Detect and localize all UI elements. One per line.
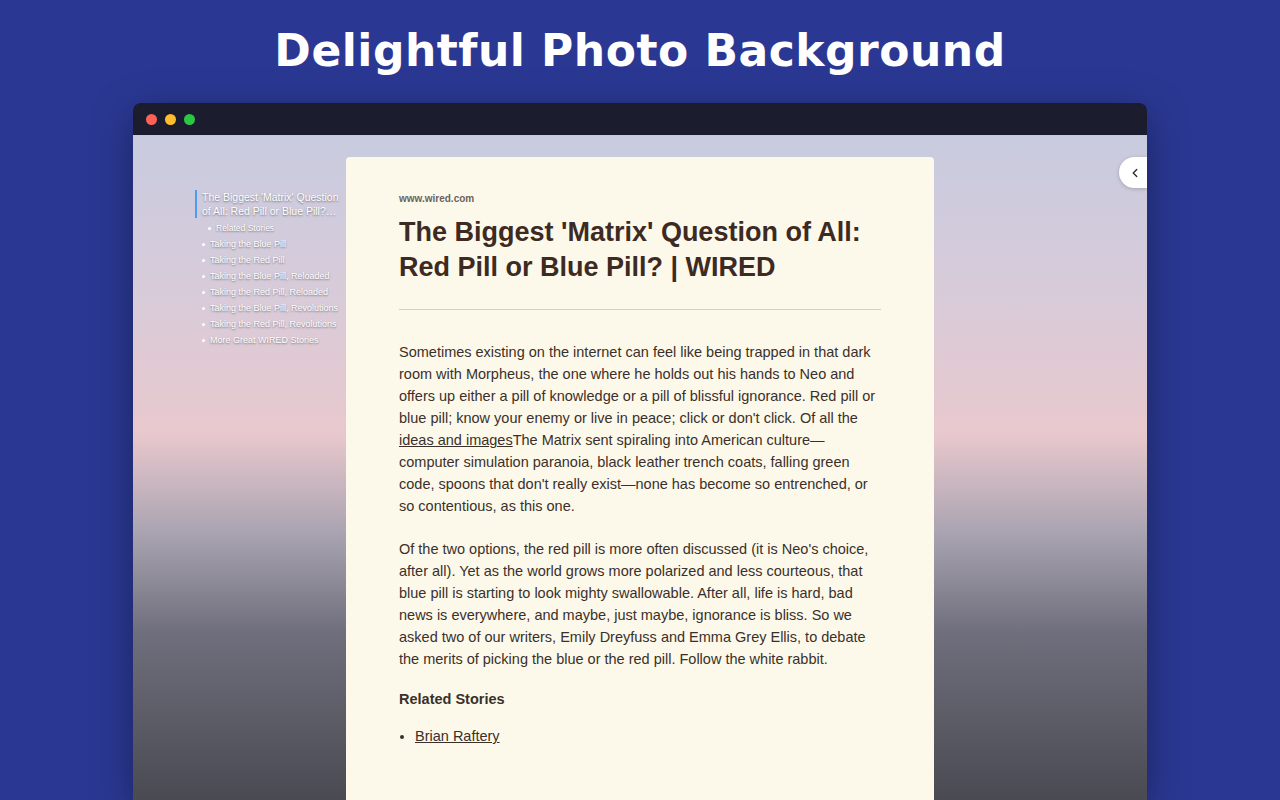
minimize-button[interactable] <box>165 114 176 125</box>
bullet-icon <box>202 243 205 246</box>
bullet-icon <box>202 291 205 294</box>
toc-item[interactable]: Taking the Blue Pill, Reloaded <box>195 270 342 282</box>
chevron-left-icon <box>1128 166 1142 180</box>
toc-item[interactable]: Related Stories <box>195 222 342 234</box>
toc-item[interactable]: The Biggest 'Matrix' Question of All: Re… <box>195 190 342 218</box>
paragraph: Of the two options, the red pill is more… <box>399 538 881 670</box>
inline-link[interactable]: ideas and images <box>399 432 513 448</box>
zoom-button[interactable] <box>184 114 195 125</box>
table-of-contents: The Biggest 'Matrix' Question of All: Re… <box>133 135 346 346</box>
divider <box>399 309 881 310</box>
related-list: Brian Raftery <box>399 725 881 747</box>
bullet-icon <box>202 275 205 278</box>
related-link[interactable]: Brian Raftery <box>415 728 500 744</box>
article-card: www.wired.com The Biggest 'Matrix' Questi… <box>346 157 934 800</box>
related-item: Brian Raftery <box>415 725 881 747</box>
photo-background: The Biggest 'Matrix' Question of All: Re… <box>133 135 1147 800</box>
section-heading: Related Stories <box>399 691 881 707</box>
article-source: www.wired.com <box>399 193 881 204</box>
toc-item[interactable]: Taking the Red Pill, Revolutions <box>195 318 342 330</box>
toc-item[interactable]: Taking the Blue Pill <box>195 238 342 250</box>
bullet-icon <box>208 227 211 230</box>
bullet-icon <box>202 339 205 342</box>
right-gutter <box>934 135 1147 188</box>
toc-item[interactable]: More Great WIRED Stories <box>195 334 342 346</box>
bullet-icon <box>202 323 205 326</box>
toc-item[interactable]: Taking the Red Pill, Reloaded <box>195 286 342 298</box>
close-button[interactable] <box>146 114 157 125</box>
banner-title: Delightful Photo Background <box>274 24 1005 103</box>
toc-item[interactable]: Taking the Blue Pill, Revolutions <box>195 302 342 314</box>
panel-toggle-button[interactable] <box>1119 157 1147 188</box>
article-title: The Biggest 'Matrix' Question of All: Re… <box>399 215 881 285</box>
paragraph: Sometimes existing on the internet can f… <box>399 341 881 517</box>
toc-item[interactable]: Taking the Red Pill <box>195 254 342 266</box>
bullet-icon <box>202 307 205 310</box>
browser-window: The Biggest 'Matrix' Question of All: Re… <box>133 103 1147 800</box>
bullet-icon <box>202 259 205 262</box>
page: Delightful Photo Background The Biggest '… <box>0 0 1280 800</box>
title-bar <box>133 103 1147 135</box>
